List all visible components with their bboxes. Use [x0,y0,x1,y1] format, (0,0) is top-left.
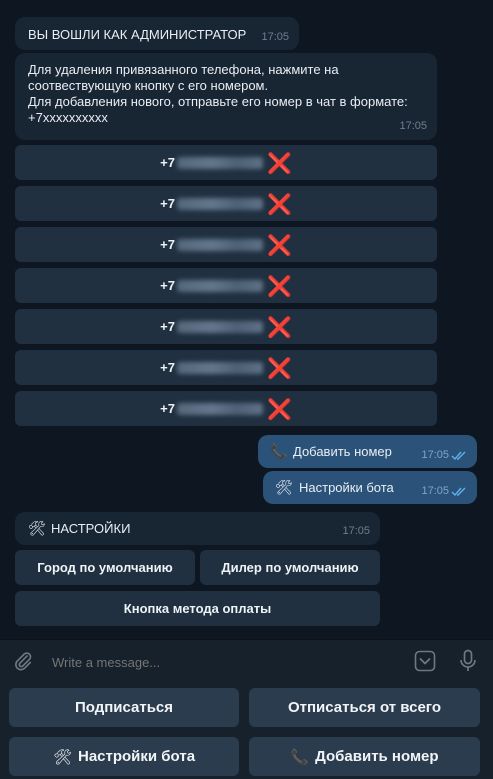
message-time: 17:05 [421,449,449,461]
message-time: 17:05 [421,485,449,497]
message-composer [0,639,493,683]
delete-cross-icon: ❌ [266,314,292,339]
phone-delete-button[interactable]: +7 ❌ [15,350,437,385]
phone-number-redacted [176,156,263,169]
add-number-button[interactable]: 📞 Добавить номер [249,737,480,776]
settings-title: НАСТРОЙКИ [51,521,131,536]
delete-cross-icon: ❌ [266,191,292,216]
phone-delete-button[interactable]: +7 ❌ [15,186,437,221]
microphone-icon[interactable] [458,649,478,673]
tools-emoji-icon: 🛠 [275,479,293,495]
phone-emoji-icon: 📞 [270,443,288,459]
instructions-line-3: Для добавления нового, отправьте его ном… [28,94,408,109]
phone-instructions-message: Для удаления привязанного телефона, нажм… [15,53,437,140]
outgoing-message-add-number: 📞 Добавить номер 17:05 [258,435,477,468]
unsubscribe-all-button[interactable]: Отписаться от всего [249,688,480,727]
phone-delete-button[interactable]: +7 ❌ [15,145,437,180]
instructions-line-1: Для удаления привязанного телефона, нажм… [28,62,339,77]
reply-keyboard: Подписаться Отписаться от всего 🛠 Настро… [0,683,493,779]
add-number-label: Добавить номер [315,748,439,765]
bot-settings-label: Настройки бота [77,748,196,765]
delete-cross-icon: ❌ [266,355,292,380]
phone-emoji-icon: 📞 [290,748,310,766]
default-city-button[interactable]: Город по умолчанию [15,550,195,585]
instructions-line-2: соотвествующую кнопку с его номером. [28,78,269,93]
admin-login-message: ВЫ ВОШЛИ КАК АДМИНИСТРАТОР 17:05 [15,17,299,50]
read-checkmarks-icon [451,487,466,497]
phone-number-redacted [176,320,263,333]
phone-delete-button[interactable]: +7 ❌ [15,227,437,262]
delete-cross-icon: ❌ [266,150,292,175]
outgoing-message-bot-settings: 🛠 Настройки бота 17:05 [263,471,477,504]
delete-cross-icon: ❌ [266,396,292,421]
delete-cross-icon: ❌ [266,232,292,257]
phone-number-redacted [176,238,263,251]
phone-delete-button[interactable]: +7 ❌ [15,391,437,426]
phone-number-redacted [176,197,263,210]
default-dealer-button[interactable]: Дилер по умолчанию [200,550,380,585]
payment-method-button[interactable]: Кнопка метода оплаты [15,591,380,626]
phone-prefix: +7 [160,196,175,211]
phone-prefix: +7 [160,278,175,293]
instructions-line-4: +7xxxxxxxxxx [28,110,108,125]
outgoing-text: Добавить номер [293,444,392,459]
phone-delete-button[interactable]: +7 ❌ [15,309,437,344]
phone-number-redacted [176,279,263,292]
delete-cross-icon: ❌ [266,273,292,298]
admin-login-text: ВЫ ВОШЛИ КАК АДМИНИСТРАТОР [28,27,247,42]
emoji-keyboard-toggle-icon[interactable] [414,650,436,672]
settings-message: 🛠 НАСТРОЙКИ 17:05 [15,512,380,545]
bot-settings-button[interactable]: 🛠 Настройки бота [9,737,239,776]
read-checkmarks-icon [451,451,466,461]
phone-prefix: +7 [160,237,175,252]
message-input[interactable] [50,650,394,674]
phone-number-redacted [176,361,263,374]
outgoing-text: Настройки бота [299,480,394,495]
phone-prefix: +7 [160,360,175,375]
message-time: 17:05 [342,525,370,537]
message-time: 17:05 [399,120,427,132]
tools-emoji-icon: 🛠 [28,520,46,536]
phone-delete-button[interactable]: +7 ❌ [15,268,437,303]
phone-prefix: +7 [160,155,175,170]
phone-number-redacted [176,402,263,415]
phone-prefix: +7 [160,401,175,416]
paperclip-icon[interactable] [12,650,34,672]
tools-emoji-icon: 🛠 [52,748,72,766]
subscribe-button[interactable]: Подписаться [9,688,239,727]
phone-prefix: +7 [160,319,175,334]
message-time: 17:05 [261,31,289,43]
